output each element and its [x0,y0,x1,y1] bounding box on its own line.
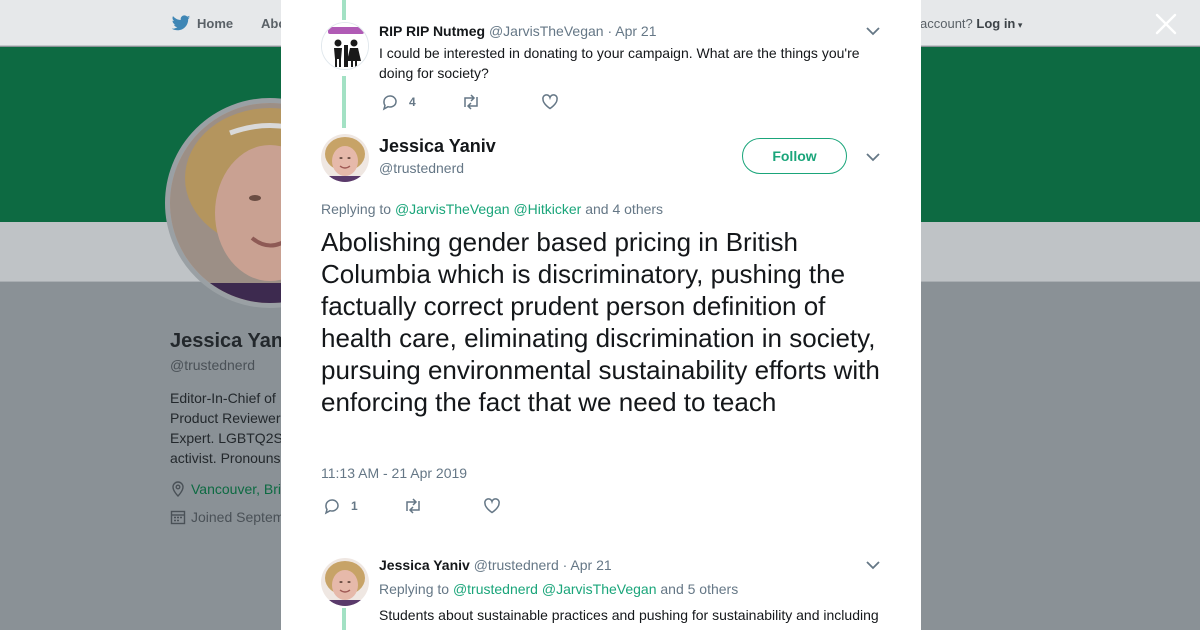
nav-home-link[interactable]: Home [197,16,233,31]
main-tweet-actions: 1 [323,496,523,516]
twitter-bird-icon[interactable] [171,15,191,32]
main-tweet-timestamp[interactable]: 11:13 AM - 21 Apr 2019 [321,465,467,481]
retweet-button[interactable] [461,92,541,112]
replying-to-label: Replying to [379,581,450,597]
profile-bio: Editor-In-Chief of Product Reviewer Expe… [170,388,290,468]
profile-joined-text: Joined Septem [191,509,285,525]
reply-count: 4 [409,95,416,109]
profile-bio-line: Editor-In-Chief of [170,390,276,406]
reply-tweet-date[interactable]: · Apr 21 [563,557,612,573]
retweet-icon [406,498,420,514]
thread-line [342,608,346,630]
reply-icon [324,499,339,515]
main-tweet-author-name[interactable]: Jessica Yaniv [379,136,496,157]
thread-line [342,76,346,128]
reply-tweet-author-name[interactable]: Jessica Yaniv [379,557,470,573]
main-tweet-replying-to: Replying to @JarvisTheVegan @Hitkicker a… [321,201,663,217]
replying-to-label: Replying to [321,201,392,217]
profile-bio-line: Product Reviewer [170,410,281,426]
reply-tweet-text: Students about sustainable practices and… [379,607,879,623]
mention-link[interactable]: @JarvisTheVegan [395,201,510,217]
profile-location-text[interactable]: Vancouver, Bri [191,481,281,497]
avatar-icon [322,23,368,69]
login-link[interactable]: Log in [976,16,1015,31]
replying-others-link[interactable]: and 5 others [660,581,738,597]
retweet-icon [464,94,478,110]
calendar-icon [170,510,186,525]
parent-tweet-date[interactable]: · Apr 21 [607,23,656,39]
parent-tweet-author-name[interactable]: RIP RIP Nutmeg [379,23,485,39]
main-tweet-text: Abolishing gender based pricing in Briti… [321,227,880,417]
like-button[interactable] [483,496,523,516]
follow-button[interactable]: Follow [742,138,847,174]
chevron-down-icon[interactable] [866,26,880,36]
main-tweet-author-handle[interactable]: @trustednerd [379,160,464,176]
account-prompt-text: account? [920,16,973,31]
reply-tweet-author-handle[interactable]: @trustednerd [474,557,559,573]
reply-tweet-replying-to: Replying to @trustednerd @JarvisTheVegan… [379,581,738,597]
main-tweet-avatar[interactable] [321,134,369,182]
profile-location[interactable]: Vancouver, Bri [170,481,281,497]
tweet-modal: RIP RIP Nutmeg @JarvisTheVegan · Apr 21 … [281,0,921,630]
profile-bio-line: activist. Pronouns [170,450,281,466]
chevron-down-icon[interactable] [866,560,880,570]
chevron-down-icon[interactable] [866,152,880,162]
parent-tweet-author-handle[interactable]: @JarvisTheVegan [489,23,604,39]
login-dropdown-icon[interactable]: ▾ [1015,20,1023,30]
reply-icon [382,95,397,111]
parent-tweet-actions: 4 [381,92,581,112]
parent-tweet-header: RIP RIP Nutmeg @JarvisTheVegan · Apr 21 [379,23,656,39]
reply-tweet-avatar[interactable] [321,558,369,606]
mention-link[interactable]: @Hitkicker [513,201,581,217]
mention-link[interactable]: @JarvisTheVegan [542,581,657,597]
reply-tweet-header: Jessica Yaniv @trustednerd · Apr 21 [379,557,612,573]
like-icon [542,94,558,110]
parent-tweet-text: I could be interested in donating to you… [379,45,860,81]
profile-name: Jessica Yan [170,330,284,352]
profile-bio-line: Expert. LGBTQ2S [170,430,283,446]
retweet-button[interactable] [403,496,483,516]
profile-handle: @trustednerd [170,357,256,373]
like-button[interactable] [541,92,581,112]
replying-others-link[interactable]: and 4 others [585,201,663,217]
reply-count: 1 [351,499,358,513]
reply-button[interactable]: 1 [323,496,403,516]
reply-button[interactable]: 4 [381,92,461,112]
mention-link[interactable]: @trustednerd [453,581,538,597]
avatar-icon [321,558,369,606]
avatar-icon [321,134,369,182]
close-icon[interactable] [1154,12,1178,36]
account-prompt: account? Log in ▾ [920,16,1022,31]
parent-tweet-avatar[interactable] [321,22,369,70]
profile-joined: Joined Septem [170,509,284,525]
thread-line [342,0,346,20]
location-pin-icon [172,481,184,497]
like-icon [484,498,500,514]
